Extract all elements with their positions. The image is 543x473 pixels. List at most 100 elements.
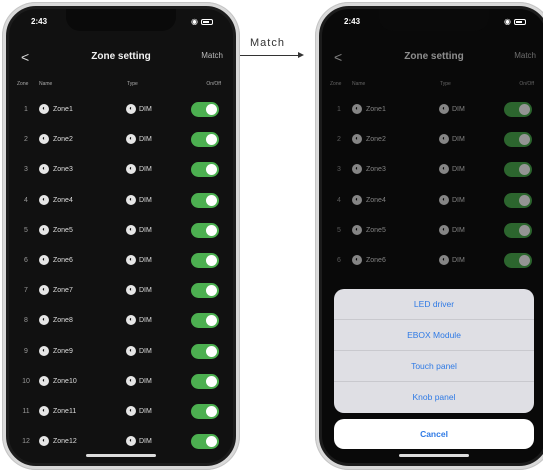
onoff-toggle[interactable] — [191, 102, 219, 117]
zone-number: 6 — [24, 256, 28, 264]
onoff-toggle[interactable] — [191, 343, 219, 359]
zone-name: Zone11 — [53, 407, 77, 415]
type-icon: ◐ — [126, 104, 136, 114]
zone-number: 11 — [22, 407, 30, 415]
onoff-toggle[interactable] — [191, 403, 219, 419]
arrow-label: Match — [250, 37, 285, 49]
zone-type: DIM — [139, 407, 152, 415]
arrow-head-icon — [298, 52, 304, 58]
type-icon: ◐ — [126, 405, 136, 416]
zone-name: Zone5 — [53, 226, 73, 234]
type-icon: ◐ — [126, 164, 136, 175]
zone-row[interactable]: 9 ◐ Zone9 ◐ DIM — [9, 337, 233, 367]
zone-type: DIM — [139, 196, 152, 204]
onoff-toggle[interactable] — [191, 373, 219, 389]
zone-icon: ◐ — [39, 134, 49, 145]
type-icon: ◐ — [126, 194, 136, 205]
zone-name: Zone8 — [53, 317, 73, 325]
type-icon: ◐ — [126, 436, 136, 447]
match-button[interactable]: Match — [201, 51, 223, 60]
zone-icon: ◐ — [39, 104, 49, 114]
zone-type: DIM — [139, 377, 152, 385]
zone-list: 1 ◐ Zone1 ◐ DIM 2 ◐ Zone2 ◐ DIM 3 ◐ Zone3 ◐ DIM 4 ◐ Zone4… — [9, 95, 233, 457]
zone-row[interactable]: 7 ◐ Zone7 ◐ DIM — [9, 276, 233, 306]
cancel-button[interactable]: Cancel — [334, 419, 534, 449]
zone-number: 3 — [24, 166, 28, 174]
nav-bar: < Zone setting Match — [9, 49, 233, 67]
option-ebox-module[interactable]: EBOX Module — [334, 320, 534, 351]
col-onoff: On/Off — [206, 81, 221, 87]
zone-type: DIM — [139, 226, 152, 234]
type-icon: ◐ — [126, 285, 136, 296]
zone-icon: ◐ — [39, 375, 49, 386]
arrow-line — [240, 55, 300, 56]
left-screen: 2:43 ◉ < Zone setting Match Zone Name Ty… — [6, 6, 236, 466]
type-icon: ◐ — [126, 224, 136, 235]
zone-row[interactable]: 2 ◐ Zone2 ◐ DIM — [9, 125, 233, 155]
zone-row[interactable]: 10 ◐ Zone10 ◐ DIM — [9, 367, 233, 397]
option-led-driver[interactable]: LED driver — [334, 289, 534, 320]
status-time: 2:43 — [344, 17, 361, 26]
type-icon: ◐ — [126, 345, 136, 356]
onoff-toggle[interactable] — [191, 162, 219, 178]
column-headers: Zone Name Type On/Off — [9, 81, 233, 91]
right-phone: 2:43 ◉ < Zone setting Match Zone Name Ty… — [315, 2, 543, 470]
zone-icon: ◐ — [39, 405, 49, 416]
onoff-toggle[interactable] — [191, 313, 219, 329]
zone-name: Zone9 — [53, 347, 73, 355]
zone-type: DIM — [139, 166, 152, 174]
col-zone: Zone — [17, 81, 29, 87]
zone-number: 1 — [24, 106, 28, 113]
zone-type: DIM — [139, 438, 152, 446]
zone-number: 8 — [24, 317, 28, 325]
zone-type: DIM — [139, 106, 152, 113]
status-time: 2:43 — [31, 17, 48, 26]
home-indicator — [86, 454, 156, 457]
status-bar: 2:43 ◉ — [322, 17, 543, 31]
zone-icon: ◐ — [39, 345, 49, 356]
zone-name: Zone6 — [53, 256, 73, 264]
zone-number: 4 — [24, 196, 28, 204]
zone-number: 2 — [24, 136, 28, 144]
zone-row[interactable]: 12 ◐ Zone12 ◐ DIM — [9, 427, 233, 457]
zone-name: Zone3 — [53, 166, 73, 174]
type-icon: ◐ — [126, 375, 136, 386]
onoff-toggle[interactable] — [191, 252, 219, 268]
zone-icon: ◐ — [39, 254, 49, 265]
battery-icon — [201, 18, 213, 25]
zone-type: DIM — [139, 317, 152, 325]
zone-number: 7 — [24, 287, 28, 295]
wifi-icon: ◉ — [191, 17, 198, 26]
status-bar: 2:43 ◉ — [9, 17, 233, 31]
zone-row[interactable]: 4 ◐ Zone4 ◐ DIM — [9, 186, 233, 216]
zone-icon: ◐ — [39, 315, 49, 326]
onoff-toggle[interactable] — [191, 132, 219, 148]
zone-row[interactable]: 8 ◐ Zone8 ◐ DIM — [9, 306, 233, 336]
zone-name: Zone7 — [53, 287, 73, 295]
zone-row[interactable]: 1 ◐ Zone1 ◐ DIM — [9, 95, 233, 125]
zone-name: Zone10 — [53, 377, 77, 385]
type-icon: ◐ — [126, 134, 136, 145]
zone-name: Zone4 — [53, 196, 73, 204]
zone-row[interactable]: 5 ◐ Zone5 ◐ DIM — [9, 216, 233, 246]
zone-icon: ◐ — [39, 285, 49, 296]
zone-number: 5 — [24, 226, 28, 234]
onoff-toggle[interactable] — [191, 222, 219, 238]
zone-row[interactable]: 3 ◐ Zone3 ◐ DIM — [9, 155, 233, 185]
status-icons: ◉ — [191, 17, 213, 26]
zone-icon: ◐ — [39, 194, 49, 205]
type-icon: ◐ — [126, 254, 136, 265]
onoff-toggle[interactable] — [191, 434, 219, 450]
option-knob-panel[interactable]: Knob panel — [334, 382, 534, 413]
option-touch-panel[interactable]: Touch panel — [334, 351, 534, 382]
onoff-toggle[interactable] — [191, 192, 219, 208]
action-sheet: LED driver EBOX Module Touch panel Knob … — [334, 289, 534, 449]
battery-icon — [514, 18, 526, 25]
status-icons: ◉ — [504, 17, 526, 26]
zone-number: 10 — [22, 377, 30, 385]
onoff-toggle[interactable] — [191, 283, 219, 299]
zone-icon: ◐ — [39, 224, 49, 235]
type-icon: ◐ — [126, 315, 136, 326]
zone-row[interactable]: 11 ◐ Zone11 ◐ DIM — [9, 397, 233, 427]
zone-row[interactable]: 6 ◐ Zone6 ◐ DIM — [9, 246, 233, 276]
